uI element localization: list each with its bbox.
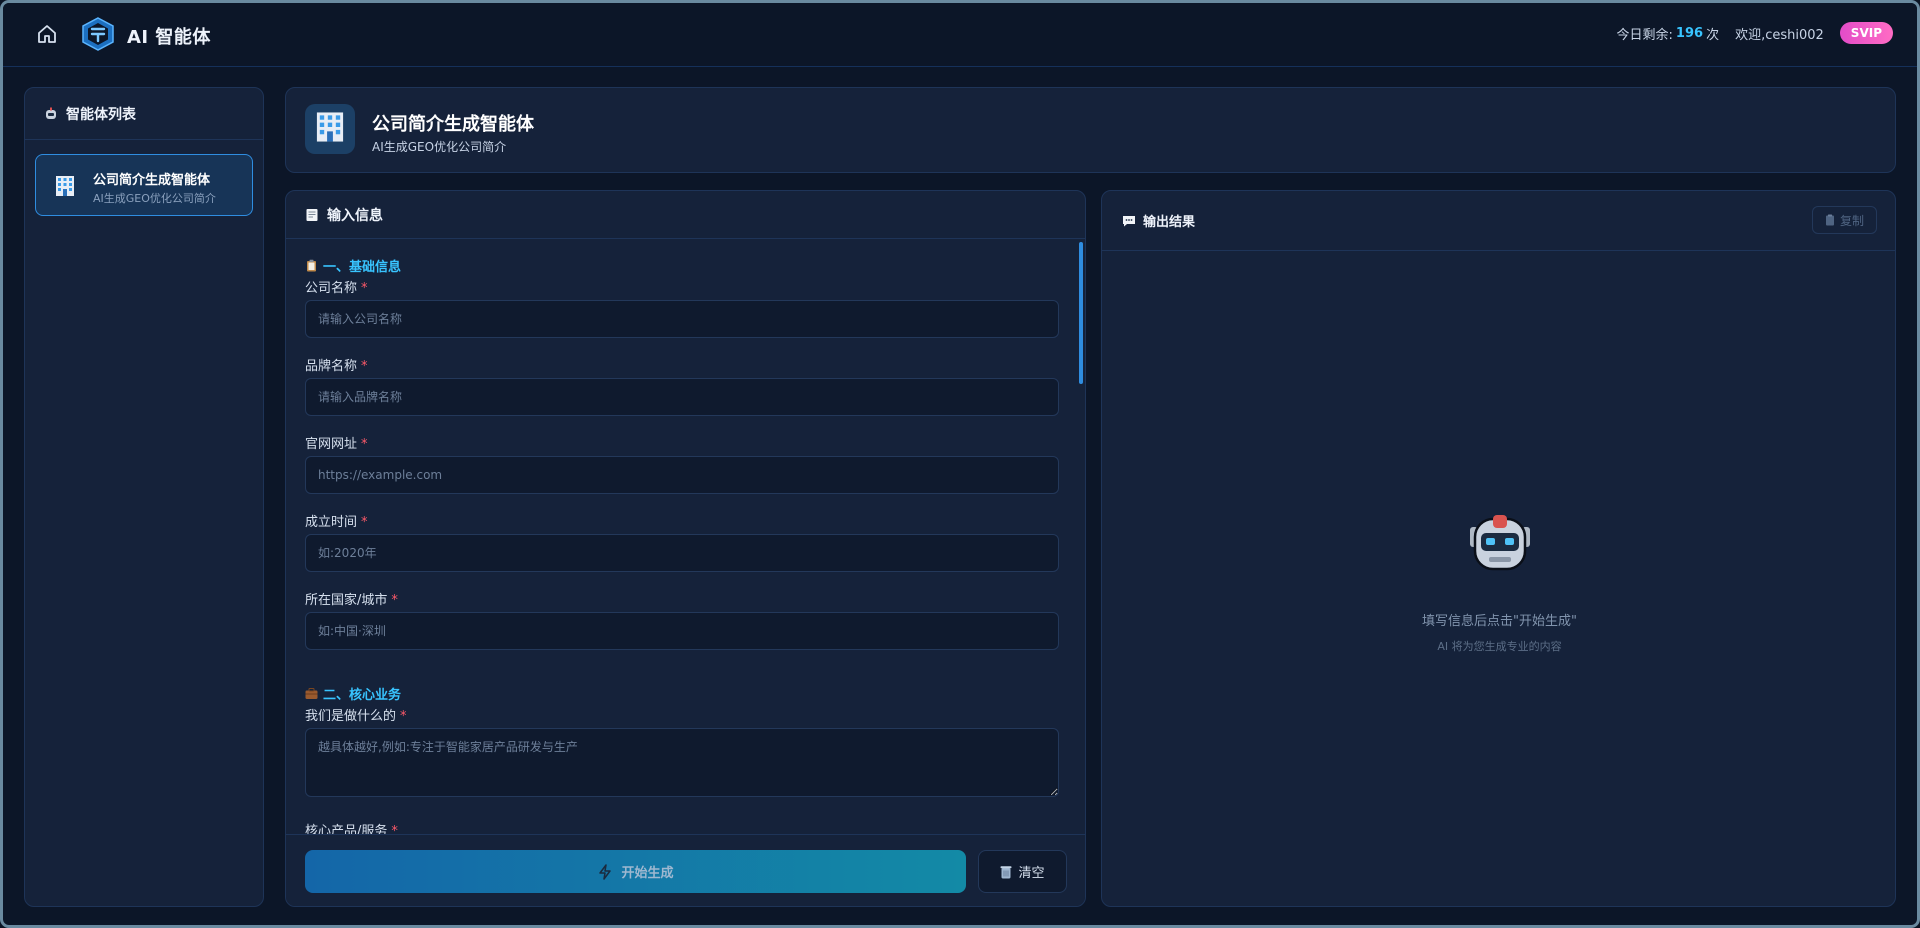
brand-name-input[interactable]	[305, 378, 1059, 416]
app-window: AI 智能体 今日剩余: 196 次 欢迎,ceshi002 SVIP 智能体列…	[3, 3, 1917, 925]
founded-label: 成立时间 *	[305, 515, 368, 530]
empty-state-title: 填写信息后点击"开始生成"	[1422, 614, 1577, 629]
core-products-label: 核心产品/服务 *	[305, 824, 398, 834]
user-area: 今日剩余: 196 次 欢迎,ceshi002 SVIP	[1617, 22, 1893, 44]
founded-input[interactable]	[305, 534, 1059, 572]
brand-name-label: 品牌名称 *	[305, 359, 368, 374]
clipboard-icon	[1825, 214, 1835, 226]
quota-label: 今日剩余:	[1616, 27, 1673, 43]
lightning-icon	[597, 863, 613, 880]
company-name-input[interactable]	[305, 300, 1059, 338]
building-icon	[314, 111, 346, 147]
agent-subtitle: AI生成GEO优化公司简介	[372, 140, 507, 154]
sidebar-title: 智能体列表	[66, 106, 136, 123]
website-input[interactable]	[305, 456, 1059, 494]
input-panel-footer: 开始生成 清空	[286, 834, 1085, 906]
sidebar-item-company-intro[interactable]: 公司简介生成智能体 AI生成GEO优化公司简介	[35, 154, 253, 216]
clipboard-icon	[305, 259, 318, 272]
location-input[interactable]	[305, 612, 1059, 650]
input-panel: 输入信息 一、基础信息 公司名称* 品牌名称* 官网网址* 成	[285, 190, 1086, 907]
company-name-label: 公司名称 *	[305, 281, 368, 296]
agent-avatar	[305, 104, 355, 154]
sidebar-header: 智能体列表	[25, 88, 263, 140]
what-we-do-label: 我们是做什么的 *	[305, 709, 407, 724]
agent-title: 公司简介生成智能体	[372, 114, 534, 135]
vip-badge[interactable]: SVIP	[1839, 22, 1893, 44]
generate-button[interactable]: 开始生成	[305, 850, 966, 893]
quota-unit: 次	[1706, 27, 1720, 43]
briefcase-icon	[305, 687, 318, 700]
clear-label: 清空	[1018, 866, 1045, 881]
input-panel-title: 输入信息	[327, 207, 383, 224]
app-logo-icon	[82, 17, 114, 51]
output-panel-title: 输出结果	[1143, 215, 1196, 230]
robot-icon	[1469, 513, 1531, 575]
input-panel-header: 输入信息	[286, 191, 1085, 239]
memo-icon	[305, 208, 319, 222]
welcome-text: 欢迎,ceshi002	[1735, 27, 1824, 43]
clear-button[interactable]: 清空	[978, 850, 1067, 893]
generate-label: 开始生成	[621, 866, 674, 881]
top-bar: AI 智能体 今日剩余: 196 次 欢迎,ceshi002 SVIP	[3, 3, 1917, 67]
building-icon	[54, 175, 76, 197]
sidebar-item-name: 公司简介生成智能体	[93, 173, 211, 188]
trash-icon	[1000, 865, 1012, 879]
section-basic-info: 一、基础信息	[305, 256, 401, 275]
section-core-business: 二、核心业务	[305, 684, 401, 703]
agent-banner: 公司简介生成智能体 AI生成GEO优化公司简介	[285, 87, 1896, 173]
copy-label: 复制	[1839, 213, 1864, 228]
quota-value: 196	[1675, 25, 1704, 41]
app-title: AI 智能体	[127, 27, 211, 48]
output-panel: 输出结果 复制 填写信息后点击"开始生成" AI 将为您生成专业的内容	[1101, 190, 1896, 907]
what-we-do-textarea[interactable]	[305, 728, 1059, 797]
copy-button[interactable]: 复制	[1811, 206, 1877, 234]
home-icon[interactable]	[35, 22, 59, 46]
robot-icon	[44, 107, 58, 121]
empty-state-subtitle: AI 将为您生成专业的内容	[1437, 640, 1562, 653]
scrollbar-thumb[interactable]	[1079, 242, 1083, 384]
location-label: 所在国家/城市 *	[305, 593, 398, 608]
speech-bubble-icon	[1122, 215, 1136, 227]
output-panel-header: 输出结果	[1102, 191, 1895, 251]
sidebar-item-desc: AI生成GEO优化公司简介	[93, 192, 216, 205]
form-scroll-area[interactable]: 一、基础信息 公司名称* 品牌名称* 官网网址* 成立时间* 所在国家/城市*	[286, 239, 1085, 834]
website-label: 官网网址 *	[305, 437, 368, 452]
agent-sidebar: 智能体列表 公司简介生成智能体 AI生成GEO优化公司简介	[24, 87, 264, 907]
